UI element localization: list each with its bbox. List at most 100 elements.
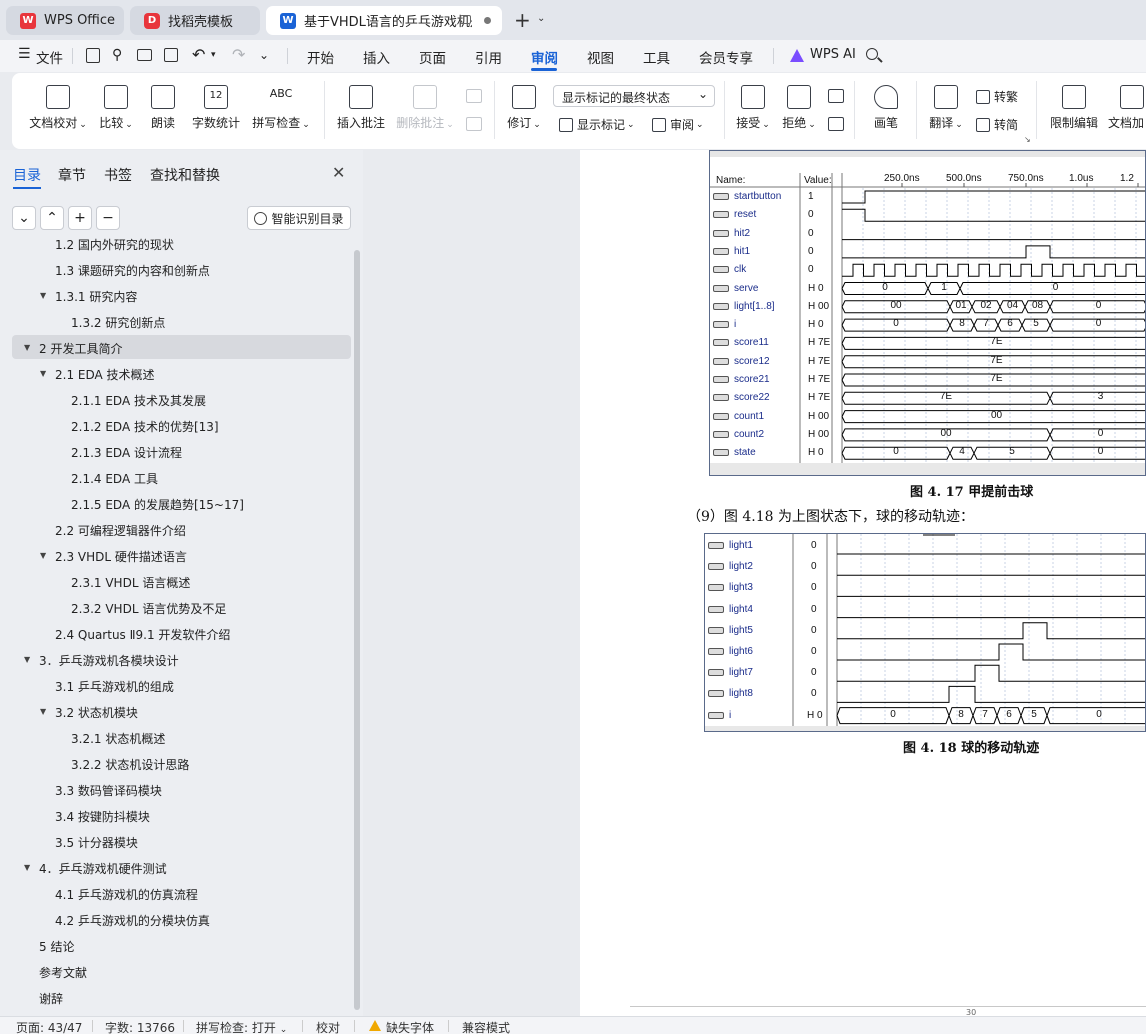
toc-item[interactable]: 1.2 国内外研究的现状 bbox=[55, 238, 174, 253]
undo-icon[interactable]: ↶ bbox=[192, 45, 205, 64]
signal-name[interactable]: light4 bbox=[729, 604, 753, 615]
previous-comment-icon[interactable] bbox=[466, 89, 482, 103]
toc-item[interactable]: 2.3.1 VHDL 语言概述 bbox=[71, 574, 190, 591]
previous-change-icon[interactable] bbox=[828, 89, 844, 103]
signal-name[interactable]: startbutton bbox=[734, 191, 781, 202]
toc-item[interactable]: ▼ 2.3 VHDL 硬件描述语言 bbox=[40, 548, 187, 565]
print-preview-icon[interactable] bbox=[164, 48, 178, 62]
toc-item[interactable]: ▼ 2 开发工具简介 bbox=[24, 340, 122, 357]
toc-item[interactable]: 4.1 乒乓游戏机的仿真流程 bbox=[55, 886, 198, 903]
review-pane-button[interactable]: 审阅 ⌄ bbox=[652, 116, 704, 133]
signal-name[interactable]: light7 bbox=[729, 667, 753, 678]
toc-expand-arrow-icon[interactable]: ▼ bbox=[40, 291, 46, 300]
word-count-button[interactable]: 12 字数统计 bbox=[188, 85, 244, 131]
toc-expand-arrow-icon[interactable]: ▼ bbox=[24, 343, 30, 352]
menu-review[interactable]: 审阅 bbox=[531, 47, 558, 67]
next-comment-icon[interactable] bbox=[466, 117, 482, 131]
menu-home[interactable]: 开始 bbox=[307, 47, 334, 67]
status-spell-check[interactable]: 拼写检查: 打开 ⌄ bbox=[196, 1019, 287, 1034]
toc-item[interactable]: ▼ 2.1 EDA 技术概述 bbox=[40, 366, 155, 383]
tab-current-document[interactable]: W 基于VHDL语言的乒乓游戏机是 bbox=[266, 6, 502, 35]
signal-name[interactable]: light8 bbox=[729, 688, 753, 699]
compare-button[interactable]: 比较 ⌄ bbox=[96, 85, 136, 131]
toc-item[interactable]: ▼ 3.2 状态机模块 bbox=[40, 704, 138, 721]
add-heading-plus-icon[interactable]: + bbox=[68, 206, 92, 230]
tab-close-dot-icon[interactable] bbox=[484, 17, 491, 24]
toc-item[interactable]: 3.1 乒乓游戏机的组成 bbox=[55, 678, 174, 695]
revise-button[interactable]: 修订 ⌄ bbox=[504, 85, 544, 131]
status-proofread[interactable]: 校对 bbox=[316, 1019, 340, 1034]
nav-tab-sections[interactable]: 章节 bbox=[58, 165, 86, 185]
toc-scrollbar[interactable] bbox=[354, 250, 360, 1010]
menu-file[interactable]: 文件 bbox=[36, 47, 63, 67]
markup-mode-select[interactable]: 显示标记的最终状态 ⌄ bbox=[553, 85, 715, 107]
smart-toc-button[interactable]: 智能识别目录 bbox=[247, 206, 351, 230]
menu-wps-ai[interactable]: WPS AI bbox=[810, 47, 856, 62]
doc-check-button[interactable]: 文档校对 ⌄ bbox=[28, 85, 88, 131]
menu-insert[interactable]: 插入 bbox=[363, 47, 390, 67]
toc-item[interactable]: 3.5 计分器模块 bbox=[55, 834, 138, 851]
toc-item[interactable]: 2.1.3 EDA 设计流程 bbox=[71, 444, 182, 461]
redo-icon[interactable]: ↷ bbox=[232, 45, 245, 64]
toc-item[interactable]: 2.4 Quartus Ⅱ9.1 开发软件介绍 bbox=[55, 626, 230, 643]
toc-item[interactable]: 2.1.1 EDA 技术及其发展 bbox=[71, 392, 206, 409]
toc-item[interactable]: 1.3.2 研究创新点 bbox=[71, 314, 165, 331]
delete-comment-button[interactable]: 删除批注 ⌄ bbox=[394, 85, 456, 131]
tab-list-chevron-icon[interactable]: ⌄ bbox=[537, 13, 545, 24]
collapse-all-chevron-down-icon[interactable]: ⌄ bbox=[12, 206, 36, 230]
toc-item[interactable]: ▼ 4．乒乓游戏机硬件测试 bbox=[24, 860, 167, 877]
to-traditional-button[interactable]: 转繁 bbox=[976, 88, 1018, 105]
toc-expand-arrow-icon[interactable]: ▼ bbox=[40, 369, 46, 378]
nav-tab-toc[interactable]: 目录 bbox=[13, 165, 41, 185]
signal-name[interactable]: light1 bbox=[729, 540, 753, 551]
menu-tools[interactable]: 工具 bbox=[643, 47, 670, 67]
toc-item[interactable]: 2.1.5 EDA 的发展趋势[15~17] bbox=[71, 496, 244, 513]
toc-item[interactable]: 3.4 按键防抖模块 bbox=[55, 808, 150, 825]
signal-name[interactable]: state bbox=[734, 447, 756, 458]
save-icon[interactable] bbox=[86, 48, 100, 63]
read-aloud-button[interactable]: 朗读 bbox=[146, 85, 180, 131]
toc-item[interactable]: 2.2 可编程逻辑器件介绍 bbox=[55, 522, 186, 539]
reject-button[interactable]: 拒绝 ⌄ bbox=[778, 85, 820, 131]
signal-name[interactable]: clk bbox=[734, 264, 746, 275]
toc-item[interactable]: ▼ 3．乒乓游戏机各模块设计 bbox=[24, 652, 179, 669]
status-page[interactable]: 页面: 43/47 bbox=[16, 1019, 82, 1034]
toc-item[interactable]: 谢辞 bbox=[39, 990, 63, 1007]
translate-button[interactable]: 翻译 ⌄ bbox=[924, 85, 968, 131]
signal-name[interactable]: light[1..8] bbox=[734, 301, 775, 312]
hamburger-icon[interactable]: ☰ bbox=[18, 46, 31, 62]
close-pane-icon[interactable]: ✕ bbox=[332, 163, 345, 182]
new-tab-plus-icon[interactable]: + bbox=[514, 8, 531, 32]
menu-member[interactable]: 会员专享 bbox=[699, 47, 753, 67]
toc-item[interactable]: ▼ 1.3.1 研究内容 bbox=[40, 288, 137, 305]
insert-comment-button[interactable]: 插入批注 bbox=[334, 85, 388, 131]
tab-docer-templates[interactable]: D 找稻壳模板 bbox=[130, 6, 260, 35]
group-expand-icon[interactable]: ↘ bbox=[1024, 135, 1031, 144]
remove-heading-minus-icon[interactable]: − bbox=[96, 206, 120, 230]
spell-check-button[interactable]: ABC 拼写检查 ⌄ bbox=[250, 85, 312, 131]
doc-encrypt-button[interactable]: 文档加 bbox=[1108, 85, 1146, 131]
chevron-up-icon[interactable]: ⌃ bbox=[40, 206, 64, 230]
signal-name[interactable]: reset bbox=[734, 209, 756, 220]
toc-item[interactable]: 5 结论 bbox=[39, 938, 74, 955]
toc-expand-arrow-icon[interactable]: ▼ bbox=[40, 551, 46, 560]
print-icon[interactable] bbox=[137, 49, 152, 61]
to-simplified-button[interactable]: 转简 bbox=[976, 116, 1018, 133]
menu-page[interactable]: 页面 bbox=[419, 47, 446, 67]
window-preview-icon[interactable] bbox=[460, 15, 471, 24]
toc-expand-arrow-icon[interactable]: ▼ bbox=[40, 707, 46, 716]
document-page[interactable]: Name: Value: 250.0ns 500.0ns 750.0ns 1.0us 1… bbox=[580, 150, 1146, 1017]
signal-name[interactable]: count1 bbox=[734, 411, 764, 422]
nav-tab-find-replace[interactable]: 查找和替换 bbox=[150, 165, 220, 185]
signal-name[interactable]: light3 bbox=[729, 582, 753, 593]
signal-name[interactable]: score12 bbox=[734, 356, 770, 367]
body-paragraph[interactable]: （9）图 4.18 为上图状态下，球的移动轨迹： bbox=[687, 506, 974, 526]
signal-name[interactable]: i bbox=[734, 319, 736, 330]
signal-name[interactable]: score22 bbox=[734, 392, 770, 403]
next-change-icon[interactable] bbox=[828, 117, 844, 131]
nav-tab-bookmarks[interactable]: 书签 bbox=[104, 165, 132, 185]
toc-item[interactable]: 参考文献 bbox=[39, 964, 87, 981]
show-markup-button[interactable]: 显示标记 ⌄ bbox=[559, 116, 635, 133]
accept-button[interactable]: 接受 ⌄ bbox=[732, 85, 774, 131]
signal-name[interactable]: count2 bbox=[734, 429, 764, 440]
